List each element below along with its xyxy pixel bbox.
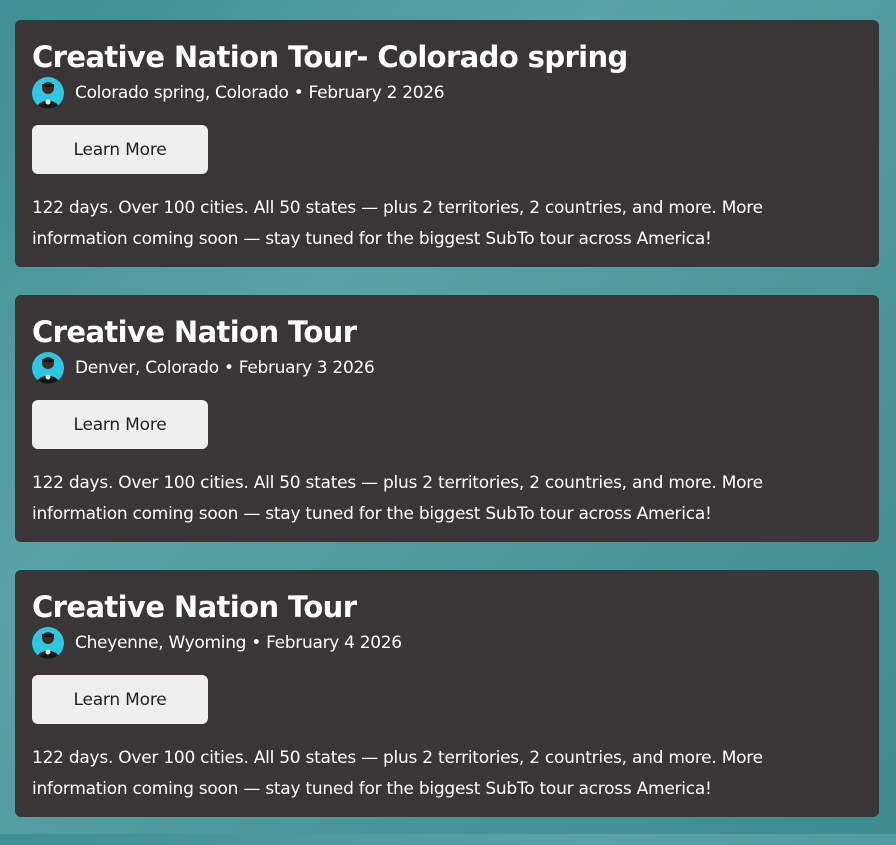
event-description: 122 days. Over 100 cities. All 50 states… bbox=[32, 473, 763, 524]
learn-more-button[interactable]: Learn More bbox=[32, 125, 208, 174]
host-avatar-icon bbox=[32, 352, 64, 384]
event-location-date: Denver, Colorado • February 3 2026 bbox=[75, 358, 375, 378]
event-description: 122 days. Over 100 cities. All 50 states… bbox=[32, 198, 763, 249]
event-description: 122 days. Over 100 cities. All 50 states… bbox=[32, 748, 763, 799]
event-meta: Colorado spring, Colorado • February 2 2… bbox=[32, 76, 862, 110]
event-title: Creative Nation Tour bbox=[32, 315, 357, 349]
learn-more-button[interactable]: Learn More bbox=[32, 675, 208, 724]
event-list: Creative Nation Tour- Colorado spring Co… bbox=[15, 20, 879, 845]
event-title: Creative Nation Tour bbox=[32, 590, 357, 624]
event-meta: Denver, Colorado • February 3 2026 bbox=[32, 351, 862, 385]
host-avatar-icon bbox=[32, 627, 64, 659]
event-card: Creative Nation Tour Denver, Colorado • … bbox=[15, 295, 879, 542]
event-meta: Cheyenne, Wyoming • February 4 2026 bbox=[32, 626, 862, 660]
event-card: Creative Nation Tour- Colorado spring Co… bbox=[15, 20, 879, 267]
event-title: Creative Nation Tour- Colorado spring bbox=[32, 40, 628, 74]
host-avatar-icon bbox=[32, 77, 64, 109]
event-location-date: Colorado spring, Colorado • February 2 2… bbox=[75, 83, 445, 103]
event-location-date: Cheyenne, Wyoming • February 4 2026 bbox=[75, 633, 402, 653]
learn-more-button[interactable]: Learn More bbox=[32, 400, 208, 449]
event-card: Creative Nation Tour Cheyenne, Wyoming •… bbox=[15, 570, 879, 817]
